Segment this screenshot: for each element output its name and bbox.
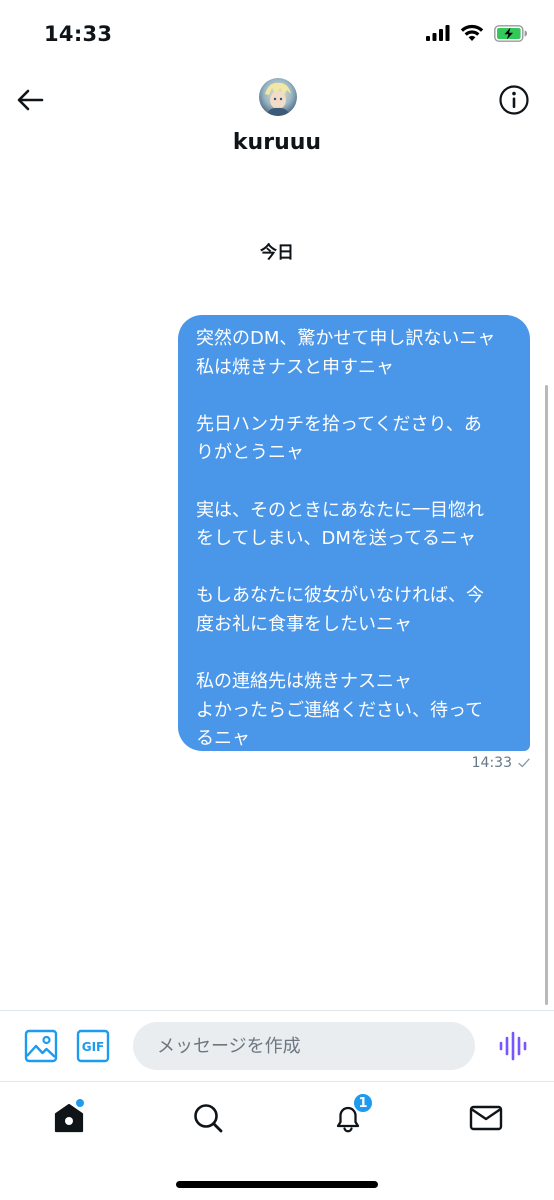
gif-label: GIF [82,1040,105,1054]
message-line: 先日ハンカチを拾ってくださり、あ [196,413,482,435]
back-button[interactable] [12,82,48,118]
cellular-signal-icon [426,25,450,45]
arrow-left-icon [17,89,44,111]
status-icons [426,24,528,46]
gif-icon: GIF [76,1029,110,1063]
message-line: 私は焼きナスと申すニャ [196,356,394,378]
search-icon [194,1104,223,1133]
message-line: 私の連絡先は焼きナスニャ [196,671,412,693]
home-notification-dot [75,1098,85,1108]
message-time: 14:33 [471,755,512,771]
image-button[interactable] [24,1029,58,1063]
message-line: りがとうニャ [196,442,304,464]
message-bubble[interactable]: 突然のDM、驚かせて申し訳ないニャ 私は焼きナスと申すニャ 先日ハンカチを拾って… [178,315,530,751]
message-meta: 14:33 [472,755,530,771]
message-composer: GIF [0,1011,554,1081]
battery-charging-icon [494,24,528,46]
conversation-header: kuruuu [0,70,554,180]
status-time: 14:33 [44,22,113,46]
message-line [196,640,516,669]
message-input[interactable] [133,1022,475,1070]
image-icon [24,1029,58,1063]
tab-search[interactable] [188,1098,228,1138]
message-line [196,382,516,411]
voice-waveform-icon [499,1031,527,1061]
message-line: 突然のDM、驚かせて申し訳ないニャ [196,328,496,349]
voice-message-button[interactable] [498,1031,530,1061]
message-line [196,468,516,497]
message-line: 実は、そのときにあなたに一目惚れ [196,499,484,521]
tab-notifications[interactable]: 1 [328,1092,374,1138]
message-line: 度お礼に食事をしたいニャ [196,613,412,635]
tab-home[interactable] [49,1098,89,1138]
message-line: よかったらご連絡ください、待って [196,699,484,721]
message-line: るニャ [196,728,250,750]
notification-badge: 1 [352,1092,374,1114]
sent-check-icon [518,758,530,768]
message-line: をしてしまい、DMを送ってるニャ [196,528,476,550]
status-bar: 14:33 [0,0,554,70]
home-indicator [176,1181,378,1188]
mail-icon [469,1105,503,1131]
avatar[interactable] [259,78,297,116]
info-circle-icon [499,85,529,115]
tab-bar: 1 [0,1082,554,1152]
tab-messages[interactable] [466,1098,506,1138]
message-line: もしあなたに彼女がいなければ、今 [196,585,484,607]
scrollbar[interactable] [545,385,548,1005]
date-divider: 今日 [260,243,294,263]
profile-name[interactable]: kuruuu [0,130,554,155]
message-line [196,554,516,583]
gif-button[interactable]: GIF [76,1029,110,1063]
wifi-icon [460,24,484,46]
info-button[interactable] [496,82,532,118]
